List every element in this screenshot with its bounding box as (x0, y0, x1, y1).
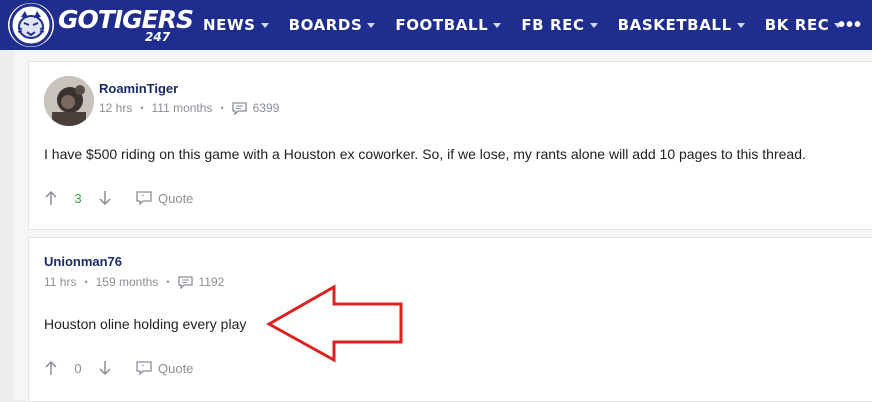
message-count-icon (231, 101, 247, 115)
separator: • (220, 103, 224, 113)
nav-item-basketball[interactable]: BASKETBALL (618, 16, 745, 34)
chevron-down-icon (589, 22, 598, 28)
post-actions: 3 " Quote (44, 190, 193, 206)
vote-count: 3 (74, 190, 82, 206)
post-meta: 11 hrs • 159 months • 1192 (44, 275, 224, 289)
nav-item-bk-rec[interactable]: BK REC (765, 16, 843, 34)
svg-text:": " (141, 364, 144, 372)
chevron-down-icon (736, 22, 745, 28)
upvote-icon[interactable] (44, 360, 58, 376)
post-count: 1192 (198, 275, 225, 289)
chevron-down-icon (260, 22, 269, 28)
separator: • (166, 277, 170, 287)
quote-icon: " (136, 361, 152, 375)
quote-icon: " (136, 191, 152, 205)
post-time: 11 hrs (44, 275, 77, 289)
post-meta: 12 hrs • 111 months • 6399 (99, 101, 279, 115)
nav-label: FB REC (521, 16, 585, 34)
avatar[interactable] (44, 76, 94, 126)
nav-label: NEWS (203, 16, 256, 34)
nav-label: BASKETBALL (617, 16, 732, 34)
more-menu-icon[interactable]: ••• (838, 15, 862, 35)
forum-post: RoaminTiger 12 hrs • 111 months • 6399 I… (28, 61, 872, 230)
member-tenure: 159 months (95, 275, 159, 289)
nav-item-boards[interactable]: BOARDS (289, 16, 376, 34)
tiger-logo-icon (8, 3, 54, 47)
post-body: Houston oline holding every play (44, 316, 247, 332)
quote-button[interactable]: " Quote (136, 361, 193, 376)
nav-item-fb-rec[interactable]: FB REC (521, 16, 598, 34)
upvote-icon[interactable] (44, 190, 58, 206)
post-username[interactable]: Unionman76 (44, 254, 122, 269)
post-count: 6399 (252, 101, 280, 115)
post-username[interactable]: RoaminTiger (99, 81, 178, 96)
quote-button[interactable]: " Quote (136, 191, 193, 206)
chevron-down-icon (493, 22, 502, 28)
site-logo[interactable]: GOTIGERS 247 (8, 3, 194, 47)
post-actions: 0 " Quote (44, 360, 193, 376)
forum-post: Unionman76 11 hrs • 159 months • 1192 Ho… (28, 237, 872, 402)
vote-count: 0 (74, 360, 82, 376)
nav-item-football[interactable]: FOOTBALL (395, 16, 502, 34)
svg-text:": " (141, 194, 144, 202)
nav-label: FOOTBALL (395, 16, 489, 34)
logo-wordmark: GOTIGERS (58, 5, 194, 34)
nav-label: BK REC (764, 16, 830, 34)
logo-247: 247 (145, 30, 171, 44)
nav-menu: NEWS BOARDS FOOTBALL FB REC BASKETBALL B… (203, 0, 862, 50)
post-body: I have $500 riding on this game with a H… (44, 146, 806, 162)
separator: • (84, 277, 88, 287)
quote-label: Quote (158, 190, 194, 206)
separator: • (140, 103, 144, 113)
message-count-icon (177, 275, 193, 289)
downvote-icon[interactable] (98, 190, 112, 206)
post-time: 12 hrs (99, 101, 133, 115)
member-tenure: 111 months (151, 101, 213, 115)
downvote-icon[interactable] (98, 360, 112, 376)
nav-item-news[interactable]: NEWS (203, 16, 269, 34)
nav-label: BOARDS (288, 16, 363, 34)
quote-label: Quote (158, 360, 194, 376)
chevron-down-icon (367, 22, 376, 28)
left-arrow-annotation-icon (266, 284, 403, 363)
top-navigation: GOTIGERS 247 NEWS BOARDS FOOTBALL FB REC… (0, 0, 872, 50)
